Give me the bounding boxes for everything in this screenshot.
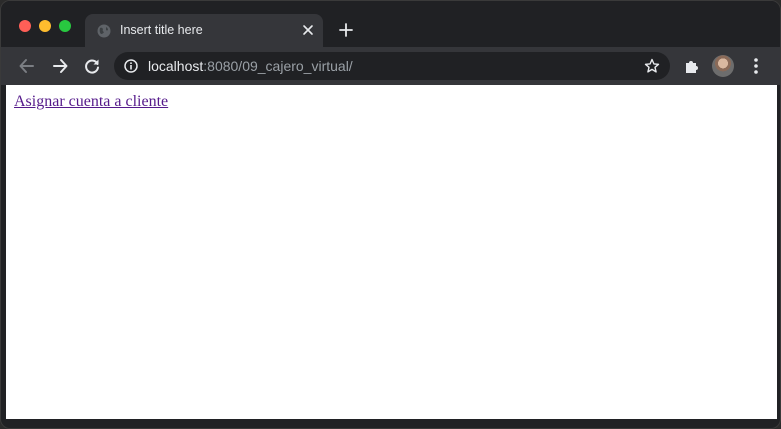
address-bar[interactable]: localhost:8080/09_cajero_virtual/ bbox=[114, 52, 670, 80]
browser-toolbar: localhost:8080/09_cajero_virtual/ bbox=[1, 47, 780, 85]
url-host: localhost bbox=[148, 58, 204, 74]
reload-icon[interactable] bbox=[82, 56, 102, 76]
tab-title: Insert title here bbox=[120, 23, 203, 37]
star-icon[interactable] bbox=[644, 58, 660, 74]
assign-account-link[interactable]: Asignar cuenta a cliente bbox=[14, 93, 168, 111]
browser-window: Insert title here localhost:8080/09_caje… bbox=[0, 0, 781, 429]
arrow-left-icon[interactable] bbox=[17, 56, 37, 76]
url-text: localhost:8080/09_cajero_virtual/ bbox=[148, 58, 353, 74]
page-content: Asignar cuenta a cliente bbox=[6, 85, 777, 419]
close-icon[interactable] bbox=[301, 23, 315, 37]
tab-strip: Insert title here bbox=[1, 1, 780, 47]
arrow-right-icon[interactable] bbox=[50, 56, 70, 76]
kebab-menu-icon[interactable] bbox=[749, 57, 763, 75]
globe-icon bbox=[97, 24, 111, 38]
window-close-button[interactable] bbox=[19, 20, 31, 32]
tab-active[interactable]: Insert title here bbox=[85, 14, 323, 47]
info-icon[interactable] bbox=[124, 59, 138, 73]
plus-icon[interactable] bbox=[338, 22, 354, 38]
avatar[interactable] bbox=[712, 55, 734, 77]
window-maximize-button[interactable] bbox=[59, 20, 71, 32]
puzzle-icon[interactable] bbox=[683, 57, 701, 75]
url-path: :8080/09_cajero_virtual/ bbox=[203, 58, 353, 74]
window-minimize-button[interactable] bbox=[39, 20, 51, 32]
